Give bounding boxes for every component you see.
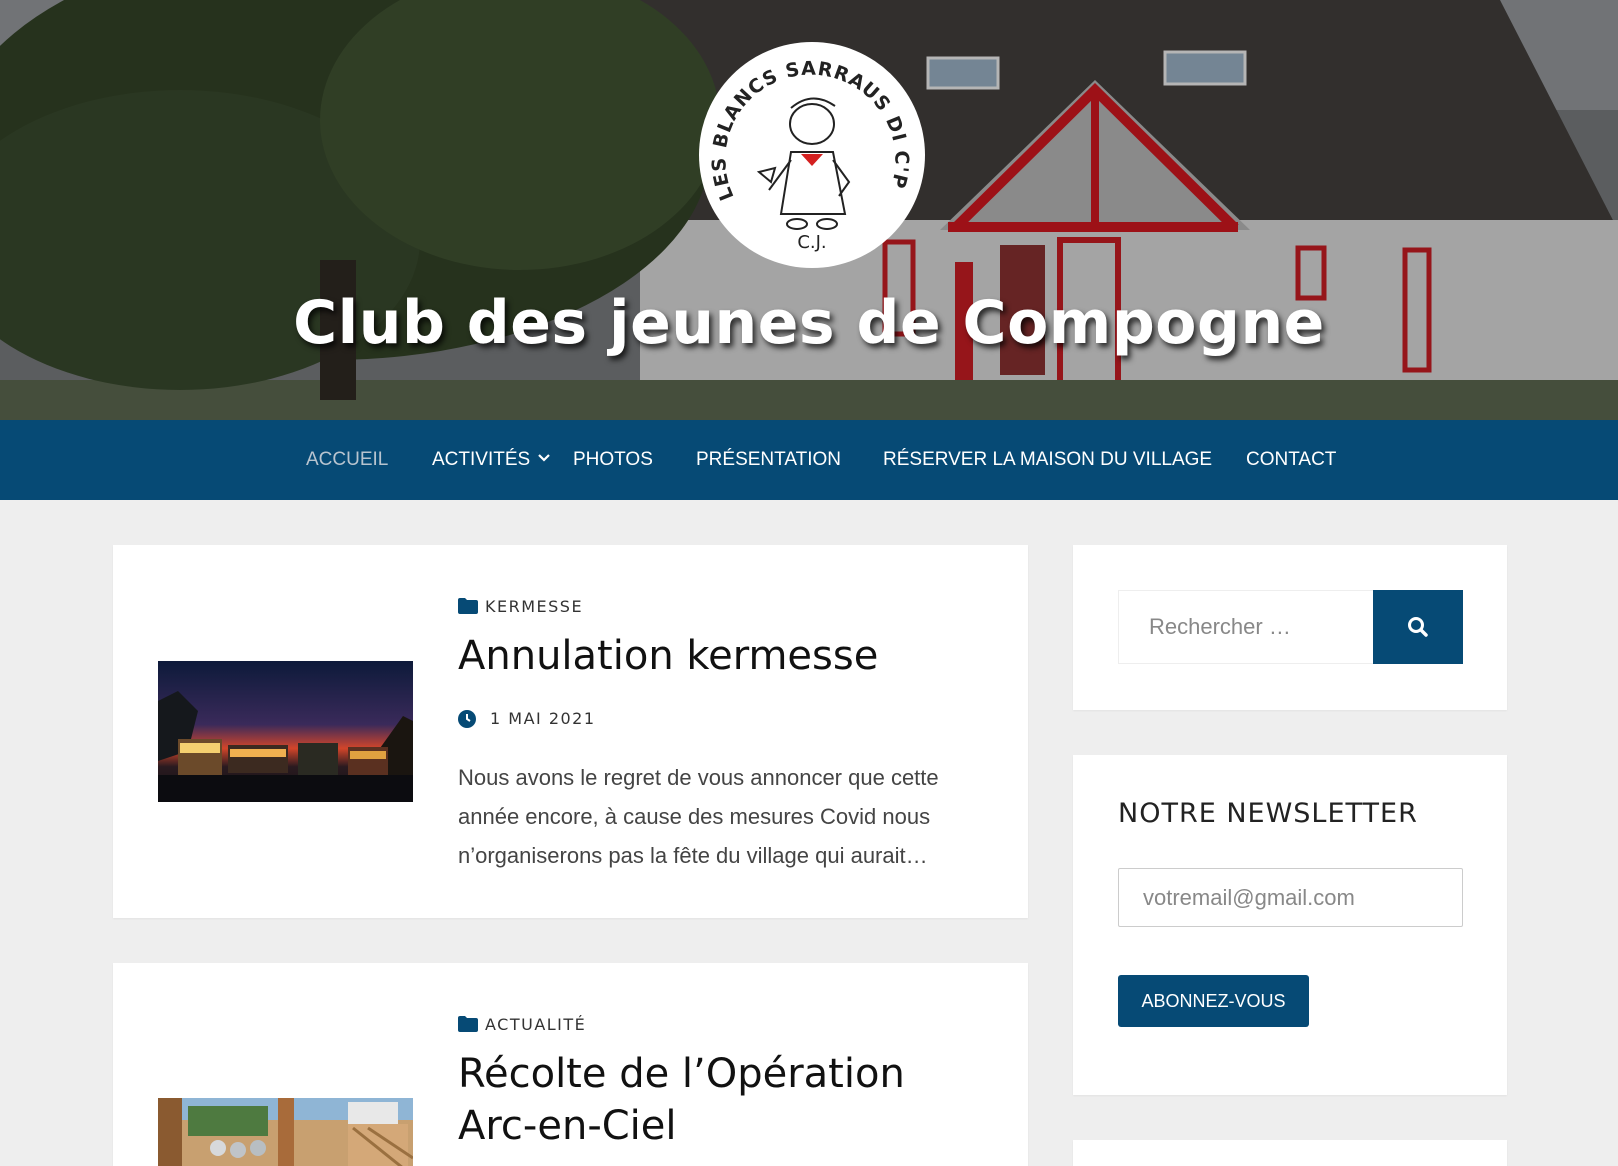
post-category[interactable]: ACTUALITÉ	[485, 1015, 586, 1034]
post-excerpt: Nous avons le regret de vous annoncer qu…	[458, 758, 939, 875]
post-title-line[interactable]: Arc-en-Ciel	[458, 1100, 905, 1152]
post-excerpt-line: n’organiserons pas la fête du village qu…	[458, 843, 928, 868]
post-excerpt-line: année encore, à cause des mesures Covid …	[458, 804, 931, 829]
newsletter-title: NOTRE NEWSLETTER	[1118, 798, 1418, 829]
post-title[interactable]: Annulation kermesse	[458, 630, 878, 682]
post-category[interactable]: KERMESSE	[485, 597, 583, 616]
post-thumbnail[interactable]	[158, 1098, 413, 1166]
search-button[interactable]	[1373, 590, 1463, 664]
hero-header: LES BLANCS SARRAUS DI C'POGNE C.J. Club …	[0, 0, 1618, 420]
subscribe-button[interactable]: ABONNEZ-VOUS	[1118, 975, 1309, 1027]
logo-emblem: LES BLANCS SARRAUS DI C'POGNE C.J.	[699, 42, 912, 253]
nav-item-presentation[interactable]: PRÉSENTATION	[696, 420, 841, 500]
post-thumbnail[interactable]	[158, 661, 413, 802]
nav-item-activites[interactable]: ACTIVITÉS	[432, 420, 530, 500]
sidebar-widget	[1073, 1140, 1507, 1166]
email-field[interactable]	[1118, 868, 1463, 927]
search-input[interactable]	[1118, 590, 1374, 664]
post-card: ACTUALITÉ Récolte de l’Opération Arc-en-…	[113, 963, 1028, 1166]
site-title[interactable]: Club des jeunes de Compogne	[0, 288, 1618, 358]
post-card: KERMESSE Annulation kermesse 1 MAI 2021 …	[113, 545, 1028, 918]
folder-icon	[458, 598, 478, 614]
folder-icon	[458, 1016, 478, 1032]
club-logo[interactable]: LES BLANCS SARRAUS DI C'POGNE C.J.	[699, 42, 925, 268]
chevron-down-icon[interactable]	[536, 450, 552, 466]
nav-item-contact[interactable]: CONTACT	[1246, 420, 1336, 500]
nav-item-reserver[interactable]: RÉSERVER LA MAISON DU VILLAGE	[883, 420, 1212, 500]
post-title[interactable]: Récolte de l’Opération Arc-en-Ciel	[458, 1048, 905, 1152]
post-title-line[interactable]: Récolte de l’Opération	[458, 1048, 905, 1100]
clock-icon	[458, 710, 476, 728]
nav-item-photos[interactable]: PHOTOS	[573, 420, 653, 500]
main-navigation: ACCUEIL ACTIVITÉS PHOTOS PRÉSENTATION RÉ…	[0, 420, 1618, 500]
nav-item-accueil[interactable]: ACCUEIL	[306, 420, 388, 500]
post-date[interactable]: 1 MAI 2021	[490, 709, 596, 728]
logo-initials: C.J.	[797, 232, 826, 253]
search-icon	[1408, 617, 1428, 637]
post-excerpt-line: Nous avons le regret de vous annoncer qu…	[458, 765, 939, 790]
